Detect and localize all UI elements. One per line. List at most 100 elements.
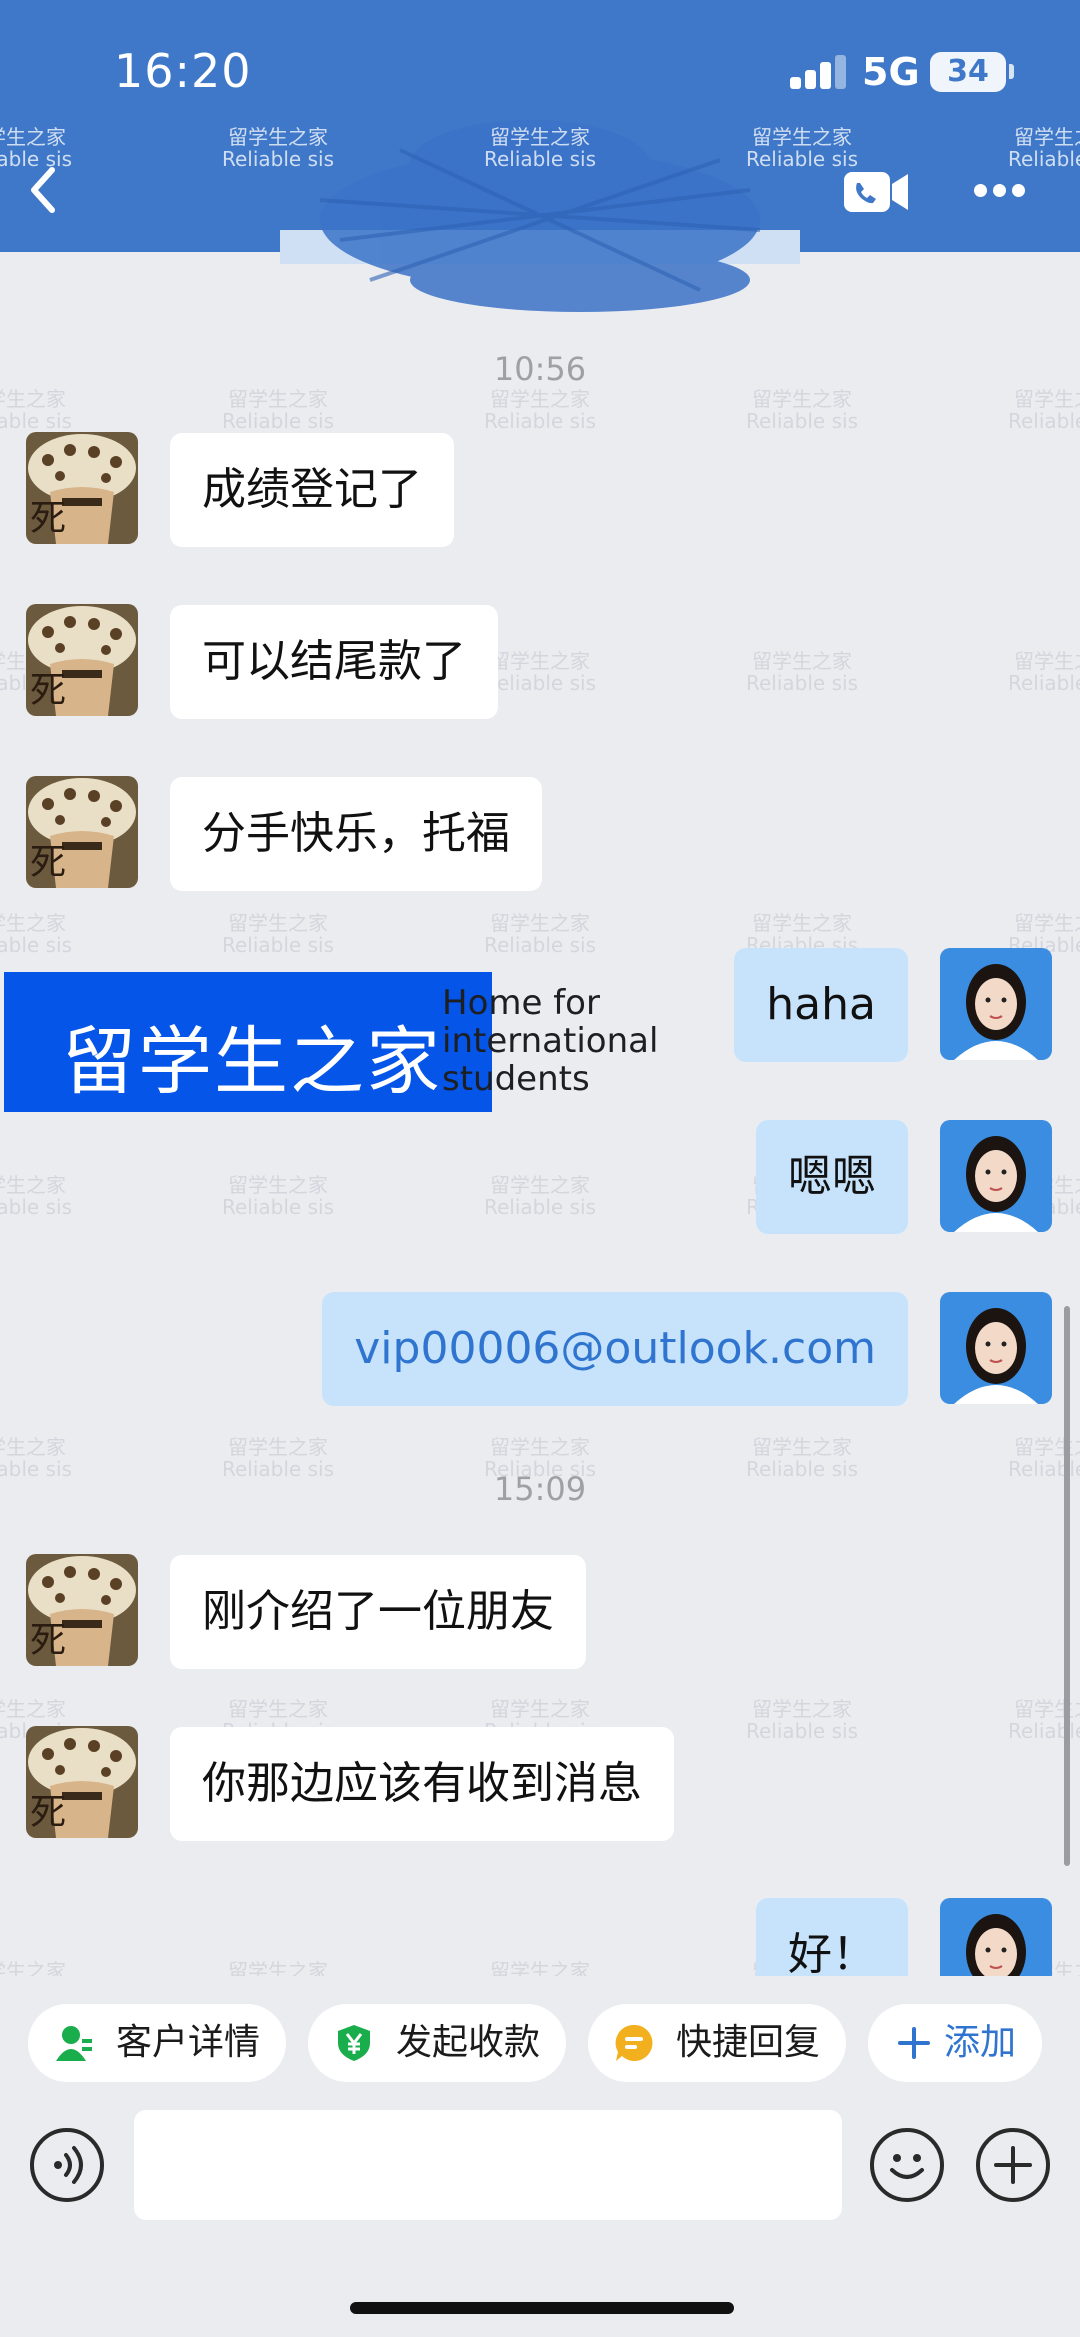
watermark-cn: 留学生之家 <box>751 1435 852 1459</box>
timestamp-separator: 15:09 <box>493 1470 587 1508</box>
watermark-cn: 留学生之家 <box>489 1697 590 1721</box>
contact-avatar[interactable]: 死 <box>26 1554 138 1666</box>
brand-logo-en: Home for international students <box>442 984 682 1098</box>
emoji-icon <box>890 2154 924 2179</box>
quick-reply-button[interactable]: 快捷回复 <box>588 2004 846 2082</box>
message-bubble-outgoing[interactable]: haha <box>734 948 908 1062</box>
watermark-cn: 留学生之家 <box>0 1697 66 1721</box>
watermark-en: Reliable sis <box>1008 409 1080 433</box>
contact-avatar-image: 死 <box>26 776 138 888</box>
watermark-text: 留学生之家Reliable sis <box>0 388 72 432</box>
plus-icon <box>994 2146 1032 2184</box>
audio-video-call-icon[interactable] <box>840 166 912 218</box>
message-bubble-incoming[interactable]: 你那边应该有收到消息 <box>170 1727 674 1841</box>
more-options-button[interactable] <box>970 178 1030 202</box>
watermark-en: Reliable sis <box>0 933 72 957</box>
chat-screen: 16:20 5G 34 生之家 able sis 留学生之家 Reliable … <box>0 0 1080 2337</box>
watermark-cn: 留学生之家 <box>227 387 328 411</box>
input-bar <box>0 2106 1080 2337</box>
watermark-text: 留学生之家Reliable sis <box>484 1174 596 1218</box>
watermark-en: Reliable sis <box>222 1195 334 1219</box>
network-type: 5G <box>862 50 920 94</box>
watermark-cn: 留学生之家 <box>0 1435 66 1459</box>
plus-icon <box>898 2027 930 2059</box>
watermark-en: Reliable sis <box>0 1195 72 1219</box>
contact-avatar[interactable]: 死 <box>26 776 138 888</box>
svg-text:死: 死 <box>30 842 66 883</box>
user-avatar-image <box>940 1292 1052 1404</box>
watermark-cn: 留学生之家 <box>1013 911 1080 935</box>
watermark-en: Reliable sis <box>222 933 334 957</box>
quick-reply-label: 快捷回复 <box>676 2022 821 2063</box>
brand-en-line: international <box>442 1021 659 1061</box>
watermark-cn: 留学生之家 <box>489 1435 590 1459</box>
brand-en-line: students <box>442 1059 590 1099</box>
watermark-en: Reliable sis <box>222 409 334 433</box>
watermark-text: 留学生之家Reliable sis <box>0 1174 72 1218</box>
user-avatar[interactable] <box>940 1292 1052 1404</box>
user-avatar-image <box>940 1120 1052 1232</box>
watermark-cn: 留学生之家 <box>751 649 852 673</box>
watermark-cn: 留学生之家 <box>489 911 590 935</box>
brand-logo-cn: 留学生之家 <box>62 1019 442 1105</box>
watermark-cn: 留学生之家 <box>227 1173 328 1197</box>
contact-avatar[interactable]: 死 <box>26 604 138 716</box>
watermark-text: 留学生之家Reliable sis <box>746 650 858 694</box>
contact-avatar-image: 死 <box>26 1726 138 1838</box>
request-payment-label: 发起收款 <box>396 2022 541 2063</box>
watermark-cn: 留学生之家 <box>1013 649 1080 673</box>
watermark-cn: 留学生之家 <box>489 1173 590 1197</box>
brand-logo-banner: 留学生之家 <box>4 972 492 1112</box>
contact-avatar[interactable]: 死 <box>26 432 138 544</box>
message-input[interactable] <box>134 2110 842 2220</box>
message-bubble-incoming[interactable]: 可以结尾款了 <box>170 605 498 719</box>
battery-icon: 34 <box>930 52 1006 92</box>
status-time: 16:20 <box>114 44 252 98</box>
watermark-en: Reliable sis <box>484 671 596 695</box>
watermark-en: Reliable sis <box>746 671 858 695</box>
watermark-cn: 留学生之家 <box>1013 387 1080 411</box>
more-input-button[interactable] <box>976 2128 1050 2202</box>
watermark-en: Reliable sis <box>484 409 596 433</box>
watermark-cn: 留学生之家 <box>0 1173 66 1197</box>
watermark-text: 留学生之家Reliable sis <box>484 912 596 956</box>
watermark-text: 留学生之家Reliable sis <box>222 1174 334 1218</box>
message-bubble-incoming[interactable]: 刚介绍了一位朋友 <box>170 1555 586 1669</box>
brand-en-line: Home for <box>442 983 600 1023</box>
watermark-cn: 留学生之家 <box>751 1697 852 1721</box>
watermark-cn: 留学生之家 <box>489 649 590 673</box>
watermark-text: 留学生之家Reliable sis <box>0 912 72 956</box>
add-button[interactable]: 添加 <box>868 2004 1042 2082</box>
person-icon <box>56 2026 92 2061</box>
watermark-text: 留学生之家Reliable sis <box>1008 650 1080 694</box>
watermark-en: Reliable sis <box>1008 671 1080 695</box>
watermark-text: 留学生之家Reliable sis <box>222 912 334 956</box>
watermark-cn: 留学生之家 <box>227 1435 328 1459</box>
voice-input-button[interactable] <box>30 2128 104 2202</box>
chat-scrollbar[interactable] <box>1064 1306 1070 1866</box>
emoji-button[interactable] <box>870 2128 944 2202</box>
voice-icon <box>54 2146 83 2184</box>
watermark-text: 留学生之家Reliable sis <box>484 650 596 694</box>
quick-action-bar: 客户详情 发起收款 快捷回复 添加 <box>0 1976 1080 2106</box>
back-button[interactable] <box>18 160 78 220</box>
home-indicator[interactable] <box>350 2302 734 2314</box>
svg-text:死: 死 <box>30 498 66 539</box>
contact-avatar[interactable]: 死 <box>26 1726 138 1838</box>
timestamp-separator: 10:56 <box>493 350 587 388</box>
watermark-text: 留学生之家Reliable sis <box>484 388 596 432</box>
watermark-text: 留学生之家Reliable sis <box>746 1698 858 1742</box>
message-bubble-incoming[interactable]: 分手快乐，托福 <box>170 777 542 891</box>
message-bubble-incoming[interactable]: 成绩登记了 <box>170 433 454 547</box>
chat-bubble-icon <box>615 2024 653 2061</box>
watermark-cn: 留学生之家 <box>751 387 852 411</box>
battery-tip <box>1009 64 1014 79</box>
watermark-cn: 留学生之家 <box>0 911 66 935</box>
user-avatar[interactable] <box>940 1120 1052 1232</box>
user-avatar[interactable] <box>940 948 1052 1060</box>
customer-details-button[interactable]: 客户详情 <box>28 2004 286 2082</box>
message-bubble-outgoing-email[interactable]: vip00006@outlook.com <box>322 1292 908 1406</box>
watermark-en: Reliable sis <box>746 1719 858 1743</box>
request-payment-button[interactable]: 发起收款 <box>308 2004 566 2082</box>
message-bubble-outgoing[interactable]: 嗯嗯 <box>756 1120 908 1234</box>
